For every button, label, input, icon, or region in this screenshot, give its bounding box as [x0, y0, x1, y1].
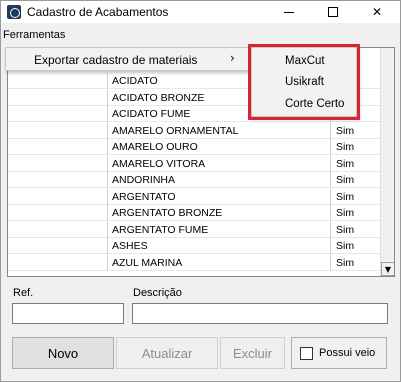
- row-cell-veio: Sim: [336, 223, 355, 236]
- table-row[interactable]: ANDORINHA Sim: [8, 172, 380, 188]
- scroll-down-icon[interactable]: ▼: [381, 262, 394, 276]
- column-divider: [330, 188, 331, 205]
- row-cell-descricao: AMARELO ORNAMENTAL: [112, 124, 239, 137]
- descricao-field[interactable]: [132, 303, 388, 324]
- maximize-icon: [328, 7, 338, 17]
- row-cell-descricao: AZUL MARINA: [112, 256, 183, 269]
- table-row[interactable]: AMARELO VITORA Sim: [8, 155, 380, 172]
- column-divider: [330, 139, 331, 155]
- row-cell-veio: Sim: [336, 124, 355, 137]
- main-window: Cadastro de Acabamentos ✕ Ferramentas AC…: [0, 0, 401, 382]
- maximize-button[interactable]: [311, 1, 355, 23]
- close-icon: ✕: [371, 5, 383, 19]
- window-title: Cadastro de Acabamentos: [27, 5, 169, 19]
- row-cell-ref: [8, 89, 108, 106]
- menu-ferramentas[interactable]: Ferramentas: [3, 29, 65, 41]
- row-cell-descricao: ARGENTATO FUME: [112, 223, 209, 236]
- column-divider: [330, 205, 331, 221]
- novo-button[interactable]: Novo: [12, 337, 114, 369]
- vertical-scrollbar[interactable]: ▼: [380, 48, 394, 276]
- row-cell-veio: Sim: [336, 240, 355, 252]
- row-cell-descricao: ACIDATO BRONZE: [112, 91, 205, 104]
- column-divider: [330, 155, 331, 172]
- chevron-right-icon: ›: [230, 51, 235, 65]
- row-cell-ref: [8, 139, 108, 155]
- table-row[interactable]: ARGENTATO FUME Sim: [8, 221, 380, 238]
- menu-item-exportar-cadastro[interactable]: Exportar cadastro de materiais: [34, 53, 197, 67]
- atualizar-button[interactable]: Atualizar: [116, 337, 218, 369]
- close-button[interactable]: ✕: [355, 1, 399, 23]
- possui-veio-label[interactable]: Possui veio: [319, 347, 375, 359]
- minimize-icon: [284, 11, 294, 13]
- possui-veio-group: Possui veio: [291, 337, 387, 369]
- context-menu: Exportar cadastro de materiais ›: [5, 47, 271, 71]
- row-cell-ref: [8, 106, 108, 122]
- row-cell-veio: Sim: [336, 190, 355, 203]
- table-row[interactable]: AMARELO ORNAMENTAL Sim: [8, 122, 380, 139]
- table-row[interactable]: ARGENTATO Sim: [8, 188, 380, 205]
- row-cell-ref: [8, 122, 108, 139]
- column-divider: [330, 172, 331, 188]
- row-cell-veio: Sim: [336, 174, 355, 186]
- row-cell-ref: [8, 254, 108, 271]
- table-row[interactable]: ASHES Sim: [8, 238, 380, 254]
- row-cell-descricao: ANDORINHA: [112, 174, 176, 186]
- row-cell-descricao: ASHES: [112, 240, 148, 252]
- column-divider: [330, 122, 331, 139]
- table-row[interactable]: AMARELO OURO Sim: [8, 139, 380, 155]
- table-row[interactable]: AZUL MARINA Sim: [8, 254, 380, 271]
- row-cell-veio: Sim: [336, 256, 355, 269]
- row-cell-descricao: ACIDATO FUME: [112, 108, 191, 120]
- column-divider: [330, 221, 331, 238]
- column-divider: [330, 254, 331, 271]
- row-cell-veio: Sim: [336, 207, 355, 219]
- row-cell-ref: [8, 155, 108, 172]
- row-cell-ref: [8, 172, 108, 188]
- possui-veio-checkbox[interactable]: [300, 347, 313, 360]
- descricao-label: Descrição: [133, 287, 182, 299]
- row-cell-descricao: ARGENTATO BRONZE: [112, 207, 223, 219]
- app-icon: [7, 5, 21, 19]
- ref-label: Ref.: [13, 287, 34, 299]
- excluir-button[interactable]: Excluir: [220, 337, 285, 369]
- row-cell-ref: [8, 73, 108, 89]
- row-cell-ref: [8, 221, 108, 238]
- row-cell-descricao: ARGENTATO: [112, 190, 176, 203]
- minimize-button[interactable]: [267, 1, 311, 23]
- row-cell-ref: [8, 205, 108, 221]
- row-cell-ref: [8, 238, 108, 254]
- row-cell-ref: [8, 188, 108, 205]
- highlight-box: [248, 44, 360, 120]
- menu-bar: Ferramentas: [1, 27, 400, 45]
- title-bar: Cadastro de Acabamentos ✕: [1, 1, 400, 23]
- row-cell-veio: Sim: [336, 141, 355, 153]
- row-cell-veio: Sim: [336, 157, 355, 170]
- row-cell-descricao: AMARELO OURO: [112, 141, 198, 153]
- ref-field[interactable]: [12, 303, 124, 324]
- column-divider: [330, 238, 331, 254]
- row-cell-descricao: ACIDATO: [112, 75, 158, 87]
- row-cell-descricao: AMARELO VITORA: [112, 157, 206, 170]
- table-row[interactable]: ARGENTATO BRONZE Sim: [8, 205, 380, 221]
